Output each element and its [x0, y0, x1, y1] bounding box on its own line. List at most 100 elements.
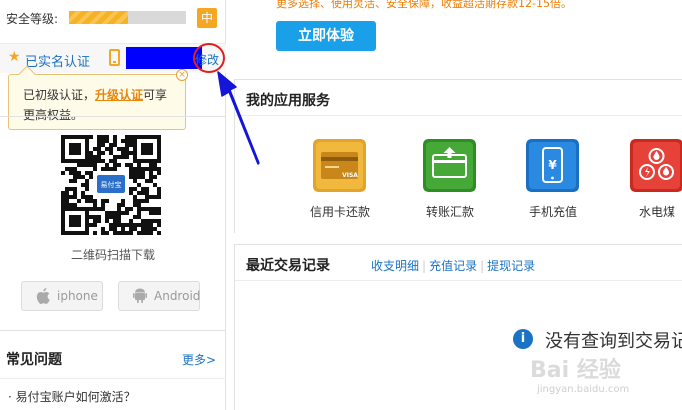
download-iphone-button[interactable]: iphone: [21, 281, 103, 311]
qr-module: [81, 191, 85, 195]
qr-module: [105, 211, 109, 215]
qr-module: [117, 147, 121, 151]
qr-module: [77, 163, 81, 167]
qr-module: [109, 167, 113, 171]
qr-finder-pattern: [69, 143, 81, 155]
qr-module: [125, 231, 129, 235]
qr-module: [129, 187, 133, 191]
qr-module: [85, 163, 89, 167]
qr-module: [89, 155, 93, 159]
qr-module: [145, 179, 149, 183]
account-sidebar: 安全等级: 中 ★ 已实名认证 修改 × 已初级认证，升级认证可享 更高权益。 …: [0, 0, 226, 410]
qr-module: [97, 219, 101, 223]
faq-item[interactable]: · 易付宝账户如何激活？: [8, 388, 136, 405]
qr-module: [153, 211, 157, 215]
annotation-circle: [193, 43, 225, 73]
qr-module: [65, 199, 69, 203]
tooltip-close-icon[interactable]: ×: [176, 69, 188, 81]
qr-module: [109, 147, 113, 151]
qr-module: [101, 143, 105, 147]
qr-module: [141, 219, 145, 223]
qr-module: [101, 159, 105, 163]
qr-module: [85, 171, 89, 175]
qr-module: [149, 219, 153, 223]
qr-module: [93, 219, 97, 223]
qr-module: [101, 139, 105, 143]
qr-module: [137, 163, 141, 167]
qr-module: [145, 191, 149, 195]
app-services-panel: 我的应用服务 VISA 信用卡还款 转账汇款 ¥ 手机充值 水电煤: [234, 79, 682, 233]
qr-module: [77, 175, 81, 179]
qr-code: 易付宝: [61, 135, 161, 235]
qr-module: [113, 135, 117, 139]
qr-module: [121, 155, 125, 159]
qr-module: [145, 231, 149, 235]
qr-module: [93, 199, 97, 203]
qr-module: [141, 227, 145, 231]
qr-module: [93, 203, 97, 207]
qr-module: [157, 187, 161, 191]
try-now-button[interactable]: 立即体验: [276, 21, 376, 51]
utilities-icon: [630, 139, 682, 192]
qr-module: [133, 199, 137, 203]
qr-module: [89, 163, 93, 167]
qr-module: [145, 219, 149, 223]
qr-module: [121, 151, 125, 155]
qr-module: [113, 143, 117, 147]
qr-module: [89, 199, 93, 203]
qr-module: [129, 219, 133, 223]
qr-module: [113, 167, 117, 171]
qr-module: [149, 179, 153, 183]
qr-module: [121, 147, 125, 151]
recharge-records-link[interactable]: 充值记录: [429, 259, 477, 273]
qr-module: [125, 135, 129, 139]
qr-module: [101, 231, 105, 235]
qr-code-label: 二维码扫描下载: [70, 248, 155, 262]
qr-module: [157, 223, 161, 227]
qr-module: [129, 135, 133, 139]
qr-module: [61, 203, 65, 207]
qr-module: [117, 211, 121, 215]
qr-module: [125, 163, 129, 167]
faq-more-link[interactable]: 更多>: [182, 351, 216, 368]
download-android-button[interactable]: Android: [118, 281, 200, 311]
divider: [0, 378, 226, 379]
qr-module: [137, 191, 141, 195]
qr-module: [85, 179, 89, 183]
qr-module: [85, 195, 89, 199]
qr-module: [137, 199, 141, 203]
panel-header: 最近交易记录 收支明细 | 充值记录 | 提现记录: [235, 245, 682, 281]
withdrawal-records-link[interactable]: 提现记录: [487, 259, 535, 273]
qr-module: [65, 203, 69, 207]
qr-module: [133, 223, 137, 227]
watermark-url: jingyan.baidu.com: [537, 384, 630, 395]
qr-module: [145, 207, 149, 211]
qr-module: [141, 191, 145, 195]
redacted-phone-number: [126, 47, 202, 69]
qr-module: [89, 215, 93, 219]
qr-module: [145, 199, 149, 203]
qr-module: [149, 223, 153, 227]
qr-module: [153, 167, 157, 171]
qr-module: [113, 155, 117, 159]
qr-module: [129, 163, 133, 167]
upgrade-verification-link[interactable]: 升级认证: [95, 88, 143, 102]
qr-module: [113, 211, 117, 215]
qr-module: [137, 171, 141, 175]
qr-module: [137, 211, 141, 215]
qr-module: [129, 231, 133, 235]
mobile-recharge-icon: ¥: [526, 139, 579, 192]
qr-module: [149, 195, 153, 199]
qr-module: [69, 203, 73, 207]
income-expense-detail-link[interactable]: 收支明细: [371, 259, 419, 273]
qr-module: [133, 171, 137, 175]
verified-status-link[interactable]: 已实名认证: [25, 51, 90, 70]
qr-module: [73, 203, 77, 207]
qr-module: [157, 191, 161, 195]
qr-module: [129, 143, 133, 147]
qr-finder-pattern: [69, 215, 81, 227]
qr-module: [105, 135, 109, 139]
app-label: 信用卡还款: [309, 205, 370, 219]
qr-module: [101, 167, 105, 171]
qr-module: [69, 167, 73, 171]
